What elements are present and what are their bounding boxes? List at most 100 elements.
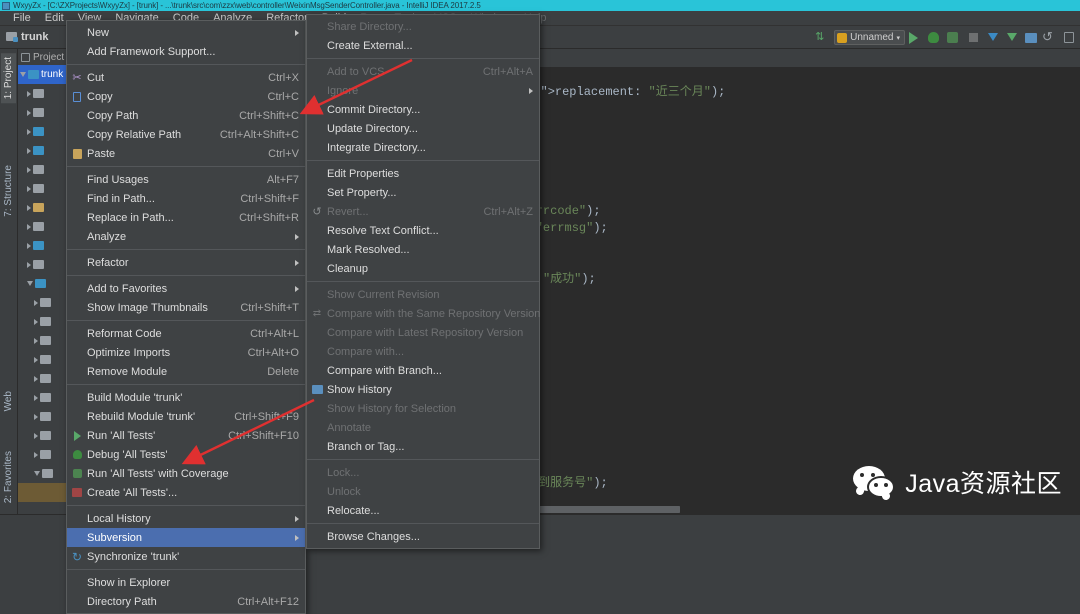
menu-item-set-property[interactable]: Set Property... xyxy=(307,183,539,202)
tree-node[interactable] xyxy=(18,445,68,464)
chevron-down-icon[interactable] xyxy=(34,471,40,476)
tree-node[interactable] xyxy=(18,103,68,122)
menu-item-remove-module[interactable]: Remove Module Delete xyxy=(67,362,305,381)
menu-item-compare-with-branch[interactable]: Compare with Branch... xyxy=(307,361,539,380)
menu-item-copy-relative-path[interactable]: Copy Relative Path Ctrl+Alt+Shift+C xyxy=(67,125,305,144)
tree-node[interactable] xyxy=(18,293,68,312)
tree-node[interactable] xyxy=(18,141,68,160)
project-tool-window[interactable]: Project trunk xyxy=(18,49,68,514)
menu-item-build-module-trunk[interactable]: Build Module 'trunk' xyxy=(67,388,305,407)
run-configuration-selector[interactable]: Unnamed ▾ xyxy=(834,30,905,45)
menu-item-add-to-favorites[interactable]: Add to Favorites xyxy=(67,279,305,298)
menu-item-debug-all-tests[interactable]: Debug 'All Tests' xyxy=(67,445,305,464)
copy-icon[interactable] xyxy=(1061,30,1076,45)
debug-icon[interactable] xyxy=(928,30,943,45)
tree-node[interactable] xyxy=(18,198,68,217)
menu-item-optimize-imports[interactable]: Optimize Imports Ctrl+Alt+O xyxy=(67,343,305,362)
tree-node[interactable] xyxy=(18,84,68,103)
menu-item-update-directory[interactable]: Update Directory... xyxy=(307,119,539,138)
chevron-right-icon[interactable] xyxy=(34,318,38,325)
context-menu[interactable]: New Add Framework Support... ✂ Cut Ctrl+X Cop… xyxy=(66,20,306,614)
tree-node[interactable] xyxy=(18,312,68,331)
tree-node[interactable] xyxy=(18,464,68,483)
sidebar-item-project[interactable]: 1: Project xyxy=(1,53,16,104)
chevron-right-icon[interactable] xyxy=(27,242,31,249)
menu-item-run-all-tests[interactable]: Run 'All Tests' Ctrl+Shift+F10 xyxy=(67,426,305,445)
vcs-show-history-icon[interactable] xyxy=(1023,30,1038,45)
sidebar-item-web[interactable]: Web xyxy=(1,387,16,415)
chevron-right-icon[interactable] xyxy=(27,261,31,268)
tree-node[interactable] xyxy=(18,179,68,198)
menu-item-add-framework-support[interactable]: Add Framework Support... xyxy=(67,42,305,61)
chevron-right-icon[interactable] xyxy=(34,375,38,382)
sort-icon[interactable]: ⇅ xyxy=(815,30,830,45)
chevron-down-icon[interactable] xyxy=(20,72,26,77)
menu-item-find-usages[interactable]: Find Usages Alt+F7 xyxy=(67,170,305,189)
menu-item-find-in-path[interactable]: Find in Path... Ctrl+Shift+F xyxy=(67,189,305,208)
menu-item-refactor[interactable]: Refactor xyxy=(67,253,305,272)
menu-item-subversion[interactable]: Subversion xyxy=(67,528,305,547)
chevron-right-icon[interactable] xyxy=(34,356,38,363)
menu-item-show-in-explorer[interactable]: Show in Explorer xyxy=(67,573,305,592)
menu-item-browse-changes[interactable]: Browse Changes... xyxy=(307,527,539,546)
tree-node[interactable] xyxy=(18,350,68,369)
project-tree[interactable] xyxy=(18,84,68,502)
tree-root-trunk[interactable]: trunk xyxy=(18,65,68,84)
chevron-right-icon[interactable] xyxy=(34,451,38,458)
tree-node[interactable] xyxy=(18,122,68,141)
menu-item-commit-directory[interactable]: Commit Directory... xyxy=(307,100,539,119)
menu-item-create-external[interactable]: Create External... xyxy=(307,36,539,55)
tree-node[interactable] xyxy=(18,426,68,445)
vcs-commit-icon[interactable] xyxy=(1004,30,1019,45)
menu-item-branch-or-tag[interactable]: Branch or Tag... xyxy=(307,437,539,456)
chevron-right-icon[interactable] xyxy=(34,337,38,344)
chevron-right-icon[interactable] xyxy=(27,128,31,135)
menu-item-local-history[interactable]: Local History xyxy=(67,509,305,528)
menu-item-synchronize-trunk[interactable]: ↻ Synchronize 'trunk' xyxy=(67,547,305,566)
context-submenu-subversion[interactable]: Share Directory... Create External... Add … xyxy=(306,14,540,549)
menu-item-copy-path[interactable]: Copy Path Ctrl+Shift+C xyxy=(67,106,305,125)
menu-item-edit-properties[interactable]: Edit Properties xyxy=(307,164,539,183)
chevron-right-icon[interactable] xyxy=(27,185,31,192)
menu-item-show-image-thumbnails[interactable]: Show Image Thumbnails Ctrl+Shift+T xyxy=(67,298,305,317)
menu-item-cleanup[interactable]: Cleanup xyxy=(307,259,539,278)
chevron-right-icon[interactable] xyxy=(27,147,31,154)
menu-item-reformat-code[interactable]: Reformat Code Ctrl+Alt+L xyxy=(67,324,305,343)
chevron-right-icon[interactable] xyxy=(27,109,31,116)
chevron-right-icon[interactable] xyxy=(34,413,38,420)
tree-node[interactable] xyxy=(18,388,68,407)
chevron-right-icon[interactable] xyxy=(27,223,31,230)
run-with-coverage-icon[interactable] xyxy=(947,30,962,45)
menu-item-directory-path[interactable]: Directory Path Ctrl+Alt+F12 xyxy=(67,592,305,611)
menu-item-resolve-text-conflict[interactable]: Resolve Text Conflict... xyxy=(307,221,539,240)
menu-item-replace-in-path[interactable]: Replace in Path... Ctrl+Shift+R xyxy=(67,208,305,227)
chevron-right-icon[interactable] xyxy=(27,204,31,211)
menu-item-integrate-directory[interactable]: Integrate Directory... xyxy=(307,138,539,157)
sidebar-item-favorites[interactable]: 2: Favorites xyxy=(1,447,16,507)
chevron-down-icon[interactable] xyxy=(27,281,33,286)
chevron-right-icon[interactable] xyxy=(27,166,31,173)
run-icon[interactable] xyxy=(909,30,924,45)
chevron-right-icon[interactable] xyxy=(34,432,38,439)
chevron-right-icon[interactable] xyxy=(27,90,31,97)
menu-item-show-history[interactable]: Show History xyxy=(307,380,539,399)
sidebar-item-structure[interactable]: 7: Structure xyxy=(1,161,16,221)
vcs-update-icon[interactable] xyxy=(985,30,1000,45)
tree-node[interactable] xyxy=(18,217,68,236)
menu-item-mark-resolved[interactable]: Mark Resolved... xyxy=(307,240,539,259)
menu-item-analyze[interactable]: Analyze xyxy=(67,227,305,246)
menu-item-new[interactable]: New xyxy=(67,23,305,42)
menubar-item-file[interactable]: File xyxy=(6,11,38,26)
tree-node[interactable] xyxy=(18,369,68,388)
tree-node[interactable] xyxy=(18,236,68,255)
tree-node[interactable] xyxy=(18,331,68,350)
chevron-right-icon[interactable] xyxy=(34,299,38,306)
tree-node[interactable] xyxy=(18,483,68,502)
tree-node[interactable] xyxy=(18,255,68,274)
chevron-right-icon[interactable] xyxy=(34,394,38,401)
menu-item-copy[interactable]: Copy Ctrl+C xyxy=(67,87,305,106)
menu-item-create-all-tests[interactable]: Create 'All Tests'... xyxy=(67,483,305,502)
rollback-icon[interactable]: ↺ xyxy=(1042,30,1057,45)
menu-item-paste[interactable]: Paste Ctrl+V xyxy=(67,144,305,163)
menu-item-rebuild-module-trunk[interactable]: Rebuild Module 'trunk' Ctrl+Shift+F9 xyxy=(67,407,305,426)
